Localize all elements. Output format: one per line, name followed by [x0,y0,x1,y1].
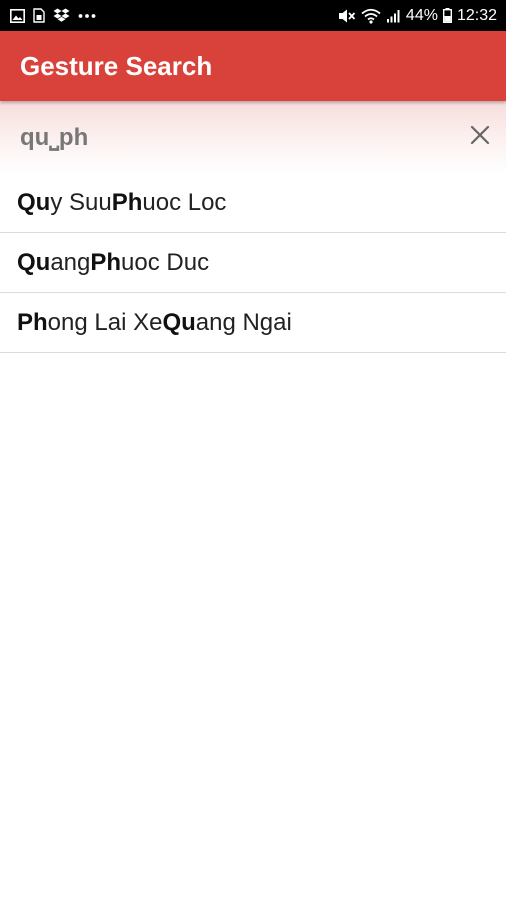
search-bar[interactable]: qu⎵ph [0,101,506,173]
result-match-text: Ph [17,308,48,336]
signal-icon [386,9,401,23]
battery-percent: 44% [405,6,438,24]
result-text: ang [50,248,91,276]
mute-icon [338,8,356,24]
sim-card-icon [33,8,45,23]
result-text: y Suu [50,188,112,216]
result-match-text: Qu [162,308,196,336]
wifi-icon [361,8,381,24]
result-match-text: Ph [111,188,143,216]
result-text: ong Lai Xe [47,308,163,336]
result-item[interactable]: Qu y Suu Ph uoc Loc [0,173,506,233]
clear-search-button[interactable] [466,121,494,149]
battery-icon [442,8,452,23]
app-bar: Gesture Search [0,31,506,101]
more-dots-icon [78,13,96,19]
clock: 12:32 [456,6,497,24]
result-text: uoc Duc [121,248,210,276]
app-title: Gesture Search [20,51,213,81]
search-query[interactable]: qu⎵ph [20,123,88,153]
status-bar-right: 44% 12:32 [338,7,497,25]
results-list: Qu y Suu Ph uoc Loc Qu ang Ph uoc Duc Ph ong … [0,173,506,353]
result-item[interactable]: Qu ang Ph uoc Duc [0,233,506,293]
status-bar-left [10,8,96,23]
result-match-text: Ph [90,248,122,276]
status-bar: 44% 12:32 [0,0,506,31]
result-item[interactable]: Ph ong Lai Xe Qu ang Ngai [0,293,506,353]
result-text: ang Ngai [195,308,292,336]
close-icon [470,125,490,145]
image-icon [10,8,25,23]
result-text: uoc Loc [142,188,227,216]
result-match-text: Qu [17,248,51,276]
result-match-text: Qu [17,188,51,216]
dropbox-icon [53,8,70,23]
